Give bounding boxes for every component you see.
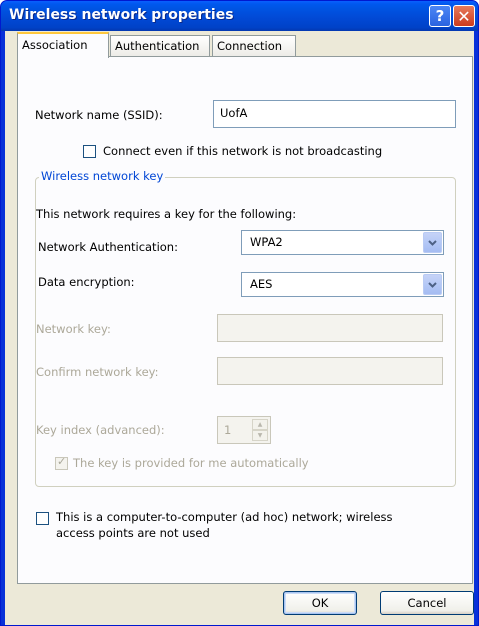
close-button[interactable]: ✕ bbox=[453, 5, 475, 27]
cancel-button-label: Cancel bbox=[407, 596, 447, 610]
auto-key-checkbox[interactable]: ✓ bbox=[55, 455, 68, 470]
confirm-network-key-label: Confirm network key: bbox=[36, 365, 159, 379]
adhoc-checkbox[interactable] bbox=[36, 512, 49, 525]
title-bar[interactable]: Wireless network properties ? ✕ bbox=[1, 1, 478, 31]
ssid-input[interactable]: UofA bbox=[213, 100, 456, 128]
question-mark-icon: ? bbox=[435, 7, 445, 25]
spin-down-button[interactable]: ▼ bbox=[252, 430, 268, 441]
broadcast-checkbox[interactable] bbox=[83, 145, 96, 158]
network-authentication-label: Network Authentication: bbox=[38, 240, 178, 254]
window-title: Wireless network properties bbox=[9, 7, 234, 23]
ok-button[interactable]: OK bbox=[283, 591, 357, 615]
close-icon: ✕ bbox=[457, 6, 471, 26]
data-encryption-label: Data encryption: bbox=[38, 275, 135, 289]
network-authentication-select[interactable]: WPA2 bbox=[241, 230, 444, 255]
tab-label: Association bbox=[22, 38, 88, 52]
data-encryption-select[interactable]: AES bbox=[241, 272, 444, 297]
network-key-input[interactable] bbox=[217, 314, 443, 342]
chevron-down-icon bbox=[428, 281, 437, 288]
dialog-window: Wireless network properties ? ✕ Associat… bbox=[0, 0, 479, 626]
key-index-label: Key index (advanced): bbox=[36, 423, 165, 437]
chevron-down-icon bbox=[428, 239, 437, 246]
help-button[interactable]: ? bbox=[429, 5, 451, 27]
checkmark-icon: ✓ bbox=[57, 455, 67, 468]
network-authentication-value: WPA2 bbox=[250, 235, 283, 249]
dropdown-button[interactable] bbox=[423, 274, 442, 295]
key-index-value: 1 bbox=[224, 423, 232, 437]
auto-key-label[interactable]: The key is provided for me automatically bbox=[73, 456, 309, 470]
tab-label: Authentication bbox=[115, 39, 200, 53]
key-index-spinner[interactable]: 1 ▲ ▼ bbox=[217, 416, 271, 444]
ok-button-label: OK bbox=[311, 596, 329, 610]
ssid-label: Network name (SSID): bbox=[35, 108, 163, 122]
cancel-button[interactable]: Cancel bbox=[380, 591, 474, 615]
triangle-up-icon: ▲ bbox=[257, 421, 263, 428]
triangle-down-icon: ▼ bbox=[257, 432, 263, 439]
ssid-value: UofA bbox=[220, 106, 248, 120]
association-panel: Network name (SSID): UofA Connect even i… bbox=[17, 56, 473, 584]
tab-authentication[interactable]: Authentication bbox=[110, 35, 210, 57]
adhoc-label-line2[interactable]: access points are not used bbox=[56, 526, 210, 540]
tab-association[interactable]: Association bbox=[17, 32, 109, 58]
data-encryption-value: AES bbox=[250, 277, 273, 291]
tab-connection[interactable]: Connection bbox=[212, 35, 296, 57]
network-key-label: Network key: bbox=[36, 322, 111, 336]
dropdown-button[interactable] bbox=[423, 232, 442, 253]
spin-buttons: ▲ ▼ bbox=[252, 419, 268, 441]
key-intro-text: This network requires a key for the foll… bbox=[36, 207, 297, 221]
spin-up-button[interactable]: ▲ bbox=[252, 419, 268, 430]
wireless-key-legend: Wireless network key bbox=[39, 169, 166, 183]
tab-label: Connection bbox=[217, 39, 283, 53]
confirm-network-key-input[interactable] bbox=[217, 357, 443, 385]
adhoc-label-line1[interactable]: This is a computer-to-computer (ad hoc) … bbox=[56, 510, 393, 524]
broadcast-checkbox-label[interactable]: Connect even if this network is not broa… bbox=[103, 144, 382, 158]
